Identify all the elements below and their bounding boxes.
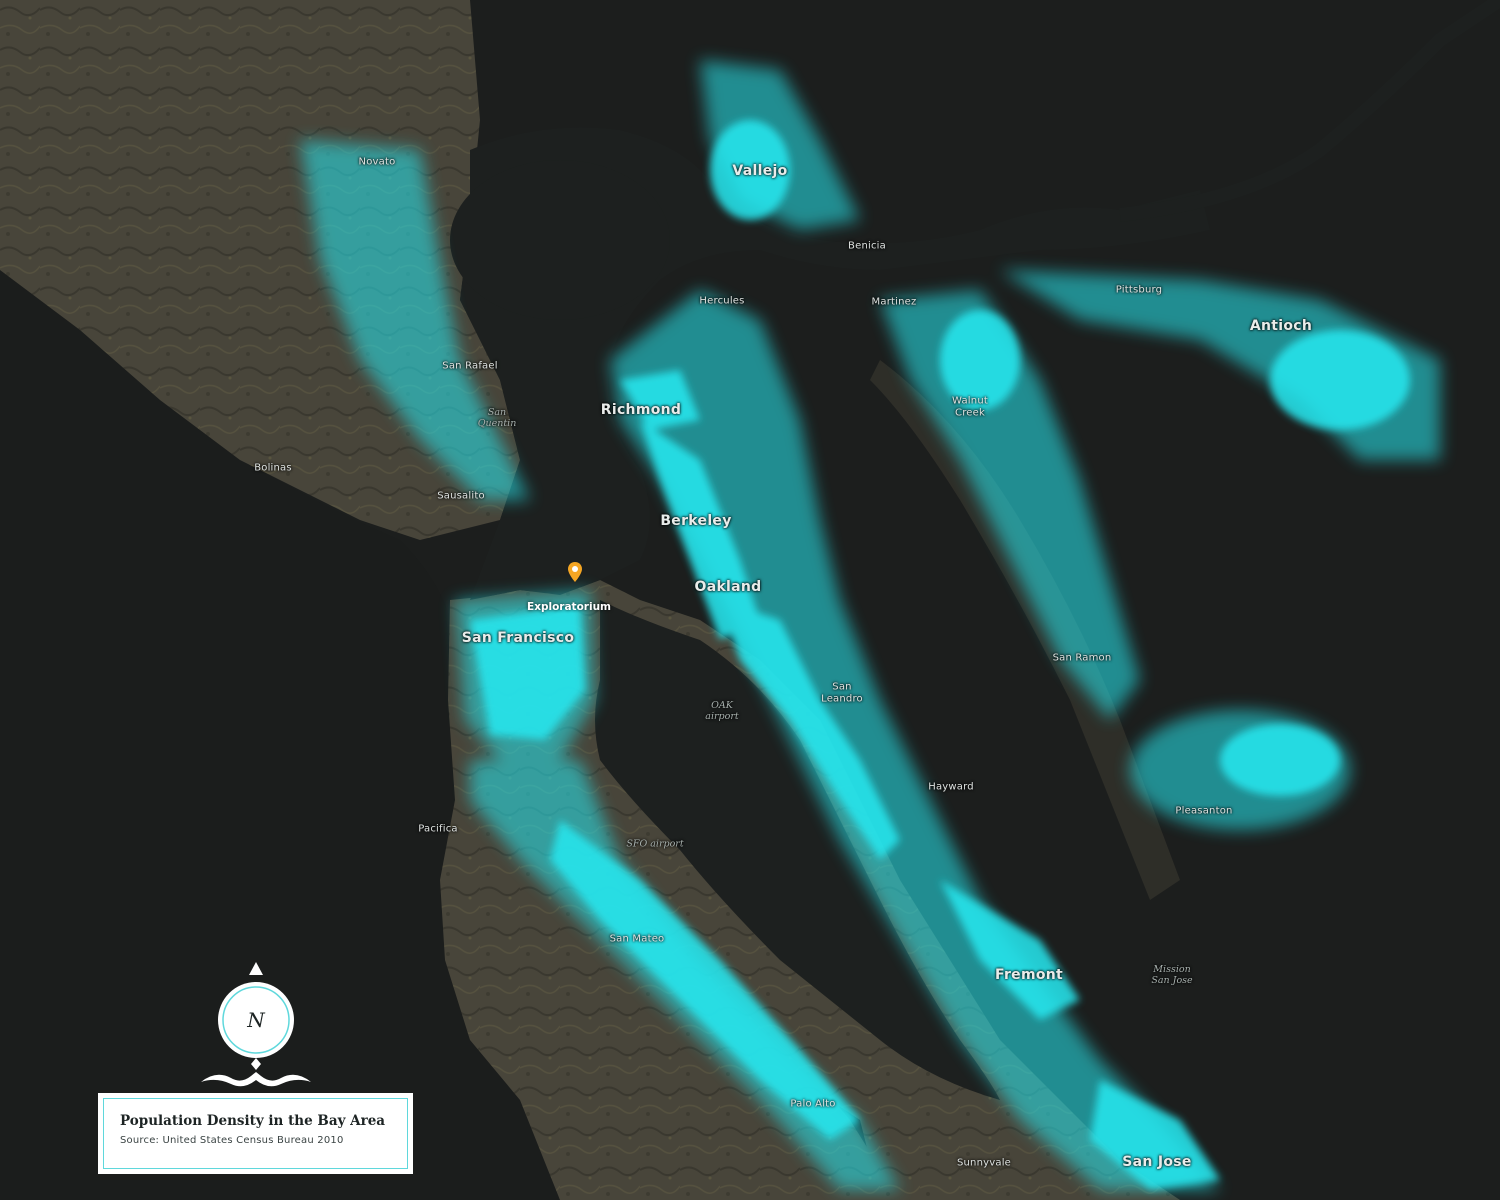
city-label-vallejo: Vallejo — [732, 162, 788, 179]
city-label-benicia: Benicia — [848, 240, 886, 252]
city-label-hayward: Hayward — [928, 781, 974, 793]
city-label-fremont: Fremont — [994, 966, 1064, 983]
city-label-palo-alto: Palo Alto — [790, 1098, 836, 1110]
compass-letter: N — [246, 1008, 266, 1032]
compass-rose: N — [196, 960, 316, 1090]
legend-title: Population Density in the Bay Area — [120, 1113, 386, 1129]
landmark-label-mission-san-jose: Mission San Jose — [1151, 964, 1193, 986]
city-label-san-francisco: San Francisco — [461, 629, 575, 646]
map-legend: Population Density in the Bay Area Sourc… — [98, 1093, 413, 1174]
city-label-richmond: Richmond — [600, 401, 682, 418]
city-label-oakland: Oakland — [694, 578, 762, 595]
city-label-san-jose: San Jose — [1122, 1153, 1192, 1170]
city-label-san-mateo: San Mateo — [609, 933, 665, 945]
city-label-sunnyvale: Sunnyvale — [956, 1157, 1012, 1169]
legend-frame: Population Density in the Bay Area Sourc… — [103, 1098, 408, 1169]
landmark-label-oak-airport: OAK airport — [705, 700, 739, 722]
city-label-bolinas: Bolinas — [254, 462, 292, 474]
city-label-sausalito: Sausalito — [437, 490, 485, 502]
city-label-antioch: Antioch — [1249, 317, 1313, 334]
city-label-novato: Novato — [358, 156, 396, 168]
city-label-walnut-creek: Walnut Creek — [952, 395, 988, 419]
san-pablo-bay — [450, 160, 670, 320]
city-label-hercules: Hercules — [699, 295, 745, 307]
north-arrow-icon — [249, 962, 263, 975]
city-label-berkeley: Berkeley — [660, 512, 732, 529]
ornament-diamond-icon — [251, 1058, 261, 1070]
ornament-flourish-icon — [201, 1072, 311, 1087]
landmark-label-sfo-airport: SFO airport — [626, 838, 684, 850]
map-pin-icon[interactable] — [568, 562, 582, 587]
population-density-map[interactable]: Vallejo Richmond Berkeley Oakland San Fr… — [0, 0, 1500, 1200]
city-label-martinez: Martinez — [871, 296, 917, 308]
city-label-pittsburg: Pittsburg — [1115, 284, 1163, 296]
city-label-pleasanton: Pleasanton — [1175, 805, 1233, 817]
city-label-san-leandro: San Leandro — [821, 681, 863, 705]
city-label-pacifica: Pacifica — [418, 823, 458, 835]
city-label-san-ramon: San Ramon — [1052, 652, 1112, 664]
landmark-label-san-quentin: San Quentin — [477, 407, 517, 429]
city-label-san-rafael: San Rafael — [442, 360, 498, 372]
poi-label-exploratorium[interactable]: Exploratorium — [527, 601, 611, 613]
legend-source: Source: United States Census Bureau 2010 — [120, 1135, 344, 1146]
